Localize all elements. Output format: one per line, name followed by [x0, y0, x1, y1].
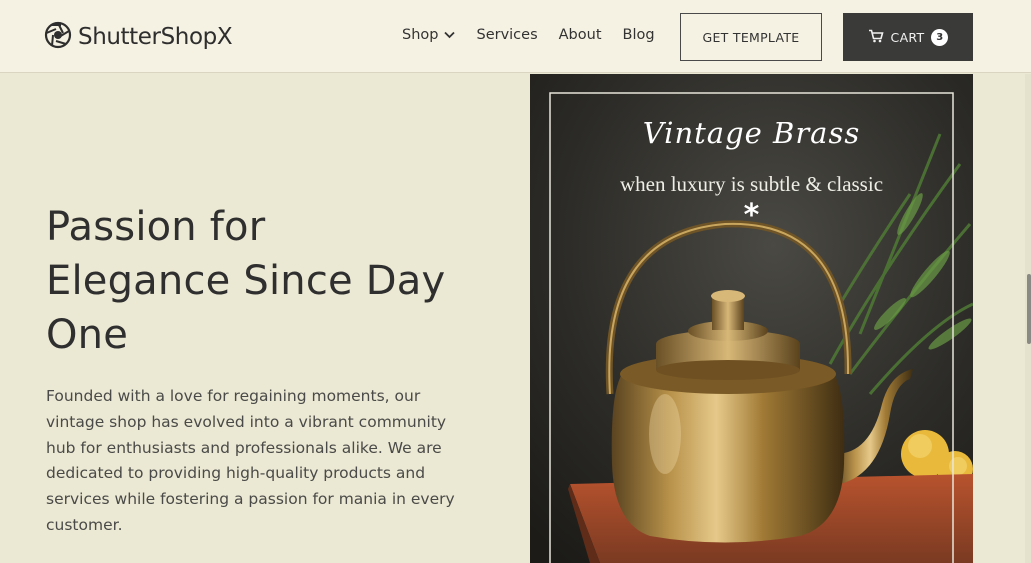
aperture-logo-icon	[44, 21, 72, 53]
nav-item-blog[interactable]: Blog	[623, 27, 655, 43]
nav-item-label: About	[558, 27, 602, 43]
promo-ornament: *	[743, 198, 760, 233]
promo-subtitle: when luxury is subtle & classic	[619, 172, 884, 196]
get-template-button[interactable]: GET TEMPLATE	[680, 13, 822, 61]
main-nav: Shop Services About Blog	[402, 27, 655, 43]
nav-item-label: Shop	[402, 27, 439, 43]
hero-description: Founded with a love for regaining moment…	[46, 387, 455, 534]
brand-logo[interactable]: ShutterShopX	[44, 21, 233, 53]
hero-title-line: Passion for	[46, 204, 266, 250]
page-margin	[973, 74, 1031, 563]
scrollbar[interactable]	[1025, 74, 1031, 563]
scrollbar-thumb[interactable]	[1027, 274, 1031, 344]
hero-title-line: Elegance Since Day	[46, 258, 446, 304]
cart-button[interactable]: CART 3	[843, 13, 973, 61]
cart-count-badge: 3	[931, 28, 949, 46]
promo-title: Vintage Brass	[642, 116, 861, 150]
nav-item-about[interactable]: About	[559, 27, 602, 43]
nav-item-label: Blog	[622, 27, 655, 43]
nav-item-services[interactable]: Services	[476, 27, 537, 43]
promo-image: Vintage Brass when luxury is subtle & cl…	[530, 74, 973, 563]
hero-title-line: One	[46, 312, 129, 358]
top-navbar: ShutterShopX Shop Services About Blog GE…	[0, 0, 1031, 73]
logo-text: ShutterShopX	[78, 24, 233, 50]
chevron-down-icon	[444, 27, 456, 43]
nav-item-shop[interactable]: Shop	[402, 27, 456, 43]
hero-title: Passion for Elegance Since Day One	[46, 200, 486, 362]
nav-item-label: Services	[476, 27, 538, 43]
cart-label: CART	[890, 29, 925, 45]
cart-icon	[868, 29, 884, 46]
